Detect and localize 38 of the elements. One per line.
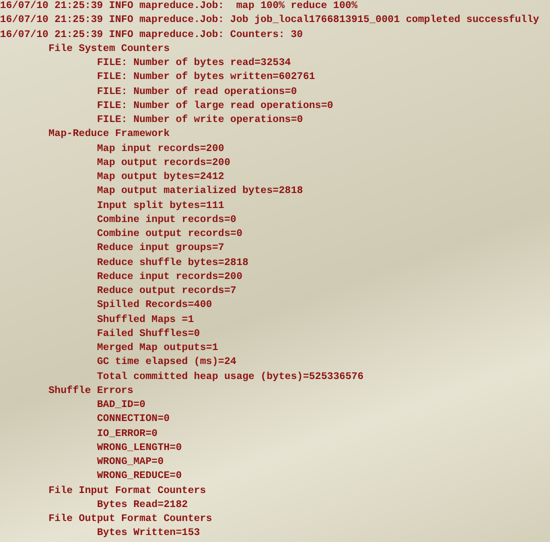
counter-line: WRONG_LENGTH=0	[97, 442, 182, 456]
counter-group-title: Map-Reduce Framework	[48, 128, 170, 142]
counter-line: FILE: Number of large read operations=0	[97, 100, 334, 114]
counter-line: WRONG_REDUCE=0	[97, 470, 182, 484]
counter-line: Reduce shuffle bytes=2818	[97, 256, 248, 270]
counter-line: Bytes Written=153	[97, 527, 200, 542]
counter-line: BAD_ID=0	[97, 399, 146, 413]
counter-line: Map input records=200	[97, 142, 224, 156]
counter-line: Reduce output records=7	[97, 285, 236, 299]
counter-line: Spilled Records=400	[97, 299, 212, 314]
counter-line: Failed Shuffles=0	[97, 328, 200, 342]
counter-group-title: File Input Format Counters	[48, 484, 206, 498]
counter-line: Map output bytes=2412	[97, 171, 224, 185]
counter-line: FILE: Number of write operations=0	[97, 114, 303, 128]
counter-line: FILE: Number of bytes written=602761	[97, 71, 316, 86]
counter-line: Map output materialized bytes=2818	[97, 185, 303, 200]
counter-line: Reduce input records=200	[97, 270, 242, 285]
log-line: 16/07/10 21:25:39 INFO mapreduce.Job: Job job_local1766813915_0001 completed successfully	[0, 14, 540, 28]
counter-line: Combine input records=0	[97, 214, 236, 228]
counter-line: WRONG_MAP=0	[97, 456, 164, 470]
counter-group-title: File System Counters	[48, 42, 170, 57]
counter-line: Reduce input groups=7	[97, 242, 224, 256]
counter-line: GC time elapsed (ms)=24	[97, 356, 236, 370]
counter-line: Combine output records=0	[97, 228, 242, 242]
counter-line: Input split bytes=111	[97, 200, 224, 214]
counter-line: Shuffled Maps =1	[97, 314, 194, 328]
log-line: 16/07/10 21:25:39 INFO mapreduce.Job: Counters: 30	[0, 28, 303, 42]
counter-line: FILE: Number of bytes read=32534	[97, 57, 291, 71]
counter-line: CONNECTION=0	[97, 413, 170, 428]
log-line: 16/07/10 21:25:39 INFO mapreduce.Job: map 100% reduce 100%	[0, 0, 358, 14]
counter-line: FILE: Number of read operations=0	[97, 86, 297, 100]
counter-line: Merged Map outputs=1	[97, 342, 218, 356]
counter-line: IO_ERROR=0	[97, 428, 158, 442]
counter-line: Total committed heap usage (bytes)=525336576	[97, 370, 364, 384]
counter-group-title: Shuffle Errors	[48, 384, 134, 399]
counter-line: Map output records=200	[97, 156, 230, 171]
counter-group-title: File Output Format Counters	[48, 513, 212, 527]
counter-line: Bytes Read=2182	[97, 498, 188, 513]
